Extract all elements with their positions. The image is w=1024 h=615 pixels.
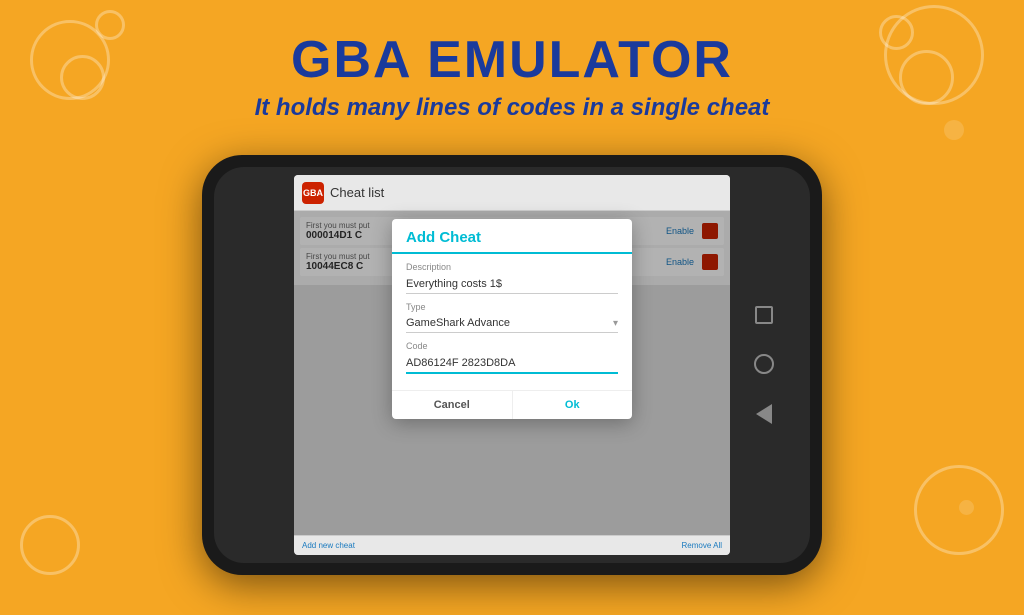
header-section: GBA EMULATOR It holds many lines of code… — [0, 0, 1024, 122]
phone-screen: GBA Cheat list First you must put 000014… — [294, 175, 730, 555]
app-title: GBA EMULATOR — [0, 30, 1024, 90]
bubble-8 — [20, 515, 80, 575]
phone-inner: GBA Cheat list First you must put 000014… — [214, 167, 810, 563]
app-subtitle: It holds many lines of codes in a single… — [0, 94, 1024, 122]
app-bar: GBA Cheat list — [294, 175, 730, 211]
dropdown-arrow-icon: ▾ — [613, 318, 618, 329]
phone-mockup: GBA Cheat list First you must put 000014… — [202, 155, 822, 575]
app-bar-title: Cheat list — [330, 185, 384, 200]
type-dropdown[interactable]: GameShark Advance ▾ — [406, 314, 618, 333]
add-new-cheat-link[interactable]: Add new cheat — [302, 541, 355, 550]
code-input[interactable] — [406, 354, 618, 374]
description-input[interactable] — [406, 275, 618, 294]
remove-all-link[interactable]: Remove All — [682, 541, 722, 550]
dialog-actions: Cancel Ok — [392, 390, 632, 419]
screen-bottom-bar: Add new cheat Remove All — [294, 535, 730, 555]
nav-circle-button[interactable] — [754, 354, 774, 374]
add-cheat-dialog: Add Cheat Description Type GameShark Adv… — [392, 219, 632, 419]
code-label: Code — [406, 341, 618, 351]
type-label: Type — [406, 302, 618, 312]
bubble-10 — [959, 500, 974, 515]
phone-nav — [730, 167, 798, 563]
app-bar-icon: GBA — [302, 182, 324, 204]
bubble-7 — [944, 120, 964, 140]
cancel-button[interactable]: Cancel — [392, 391, 513, 419]
dialog-overlay: Add Cheat Description Type GameShark Adv… — [294, 211, 730, 555]
ok-button[interactable]: Ok — [513, 391, 633, 419]
dialog-body: Description Type GameShark Advance ▾ Cod… — [392, 254, 632, 390]
type-value: GameShark Advance — [406, 317, 510, 329]
dialog-title: Add Cheat — [392, 219, 632, 254]
description-label: Description — [406, 262, 618, 272]
nav-back-button[interactable] — [756, 404, 772, 424]
nav-square-button[interactable] — [755, 306, 773, 324]
